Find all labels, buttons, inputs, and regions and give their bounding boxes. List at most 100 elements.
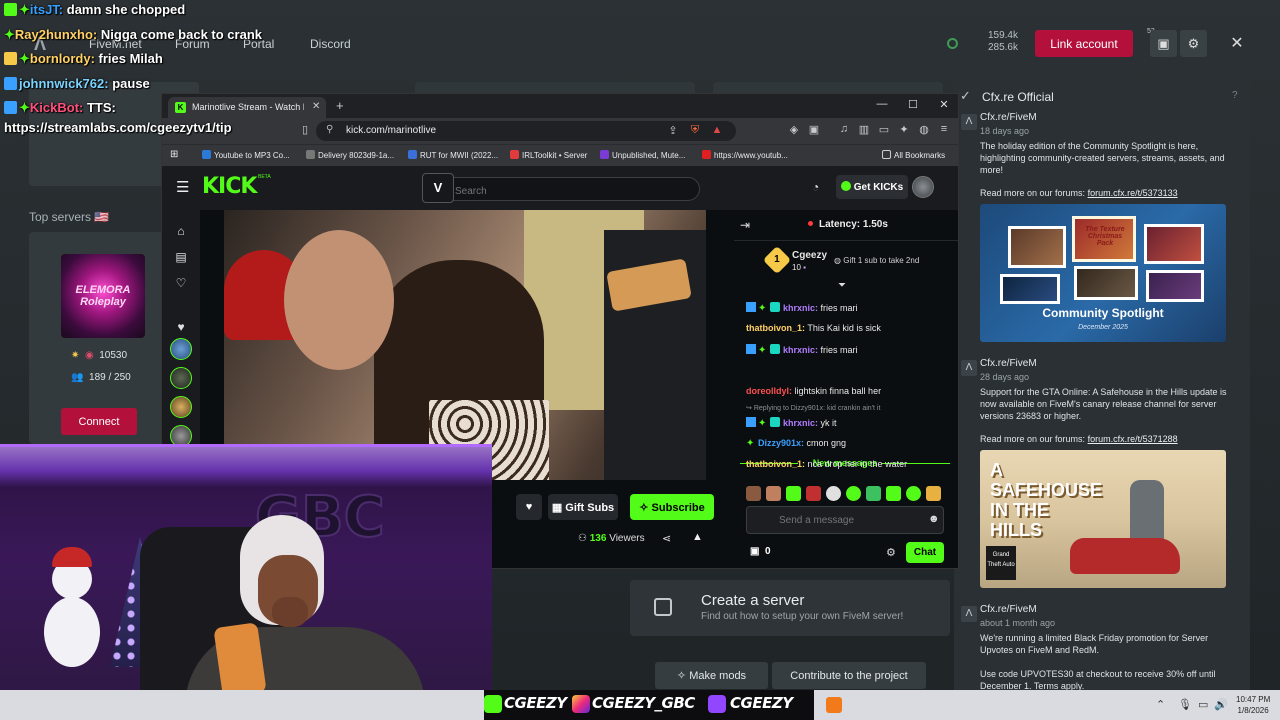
- emote-icon[interactable]: [806, 486, 821, 501]
- wallet-icon[interactable]: ▭: [877, 123, 891, 136]
- pinned-icon[interactable]: ⏷: [838, 280, 846, 291]
- help-icon[interactable]: ?: [1232, 90, 1238, 101]
- music-icon[interactable]: ♫: [837, 123, 851, 135]
- server-card[interactable]: ELEMORA Roleplay ✷ ◉ 10530 👥 189 / 250 C…: [29, 232, 179, 444]
- reply-context: ↪ Replying to Dizzy901x: kid crankin ain…: [746, 405, 881, 412]
- chat-message: ✦ Dizzy901x: cmon gng: [746, 438, 847, 449]
- forum-link[interactable]: forum.cfx.re/t/5371288: [1088, 434, 1178, 444]
- notification-bell-icon[interactable]: ◔: [812, 180, 819, 194]
- post-author: Cfx.re/FiveM: [980, 358, 1037, 369]
- emoji-picker-icon[interactable]: ☻: [928, 513, 940, 525]
- notifications-icon[interactable]: ▣: [1150, 30, 1177, 57]
- make-mods-button[interactable]: ✧ Make mods: [655, 662, 768, 689]
- community-spotlight-image[interactable]: The Texture Christmas Pack Community Spo…: [980, 204, 1226, 342]
- emote-icon[interactable]: [786, 486, 801, 501]
- tab-title: Marinotlive Stream - Watch Li: [192, 102, 304, 112]
- feed-title: Cfx.re Official: [982, 90, 1054, 104]
- chat-message: ✦ khrxnic: yk it: [746, 417, 837, 429]
- tray-expand-icon[interactable]: ⌃: [1156, 698, 1165, 711]
- hamburger-menu-icon[interactable]: ☰: [176, 178, 189, 196]
- emote-icon[interactable]: [846, 486, 861, 501]
- connect-button[interactable]: Connect: [61, 408, 137, 435]
- collapse-chat-icon[interactable]: ⇥: [740, 218, 750, 232]
- volume-icon[interactable]: 🔊: [1214, 698, 1228, 711]
- safehouse-image[interactable]: A SAFEHOUSE IN THE HILLS Grand Theft Aut…: [980, 450, 1226, 588]
- top-gifter-badge: 1: [762, 245, 792, 275]
- subscribe-button[interactable]: ✧ Subscribe: [630, 494, 714, 520]
- share-icon[interactable]: ⇪: [666, 124, 680, 137]
- gift-cta[interactable]: ◍ Gift 1 sub to take 2nd: [834, 256, 919, 265]
- get-kicks-button[interactable]: Get KICKs: [836, 175, 908, 199]
- new-tab-icon[interactable]: +: [336, 98, 344, 113]
- heart-icon[interactable]: ♥: [172, 320, 190, 334]
- microphone-icon[interactable]: 🎙: [1178, 698, 1192, 711]
- channel-avatar[interactable]: [170, 396, 192, 418]
- ai-icon[interactable]: ✦: [897, 123, 911, 136]
- site-info-icon[interactable]: ⚲: [326, 124, 333, 135]
- emote-icon[interactable]: [766, 486, 781, 501]
- bookmark-item[interactable]: IRLToolkit • Server: [510, 150, 587, 160]
- bookmark-item[interactable]: Delivery 8023d9-1a...: [306, 150, 394, 160]
- extension-icon[interactable]: ◈: [787, 123, 801, 136]
- window-close-icon[interactable]: ✕: [934, 98, 954, 111]
- emote-icon[interactable]: [906, 486, 921, 501]
- channel-points[interactable]: ▣ 0: [750, 546, 771, 557]
- post-time: 18 days ago: [980, 126, 1030, 136]
- forum-link[interactable]: forum.cfx.re/t/5373133: [1088, 188, 1178, 198]
- create-server-card[interactable]: Create a server Find out how to setup yo…: [630, 580, 950, 636]
- rewards-icon[interactable]: ▲: [710, 124, 724, 136]
- emote-icon[interactable]: [746, 486, 761, 501]
- apps-grid-icon[interactable]: ⊞: [170, 149, 178, 160]
- brave-shield-icon[interactable]: ⛨: [688, 124, 702, 137]
- sidebar-icon[interactable]: ▥: [857, 123, 871, 136]
- bookmark-item[interactable]: RUT for MWII (2022...: [408, 150, 498, 160]
- chat-message-input[interactable]: [746, 506, 944, 534]
- emote-icon[interactable]: [926, 486, 941, 501]
- system-clock[interactable]: 10:47 PM 1/8/2026: [1236, 694, 1270, 716]
- close-icon[interactable]: ✕: [1224, 30, 1250, 57]
- follow-heart-icon[interactable]: ♥: [516, 494, 542, 520]
- network-icon[interactable]: ▭: [1198, 698, 1208, 711]
- stream-video-player[interactable]: [224, 210, 706, 480]
- maximize-icon[interactable]: ☐: [903, 98, 923, 111]
- fivem-taskbar-icon[interactable]: [826, 697, 842, 713]
- bookmark-item[interactable]: https://www.youtub...: [702, 150, 788, 160]
- bookmark-page-icon[interactable]: ▯: [298, 123, 312, 136]
- bookmark-item[interactable]: Unpublished, Mute...: [600, 150, 685, 160]
- nav-discord[interactable]: Discord: [310, 37, 351, 51]
- link-account-button[interactable]: Link account: [1035, 30, 1133, 57]
- home-icon[interactable]: ⌂: [172, 224, 190, 238]
- menu-icon[interactable]: ≡: [937, 123, 951, 135]
- post-time: about 1 month ago: [980, 618, 1056, 628]
- chat-send-button[interactable]: Chat: [906, 542, 944, 563]
- chat-settings-icon[interactable]: ⚙: [886, 546, 896, 559]
- browse-icon[interactable]: ▤: [172, 250, 190, 264]
- top-gifter-name[interactable]: Cgeezy: [792, 250, 827, 261]
- browser-tab[interactable]: K Marinotlive Stream - Watch Li ✕: [168, 97, 326, 118]
- following-icon[interactable]: ♡: [172, 276, 190, 290]
- settings-gear-icon[interactable]: ⚙: [1180, 30, 1207, 57]
- vpn-icon[interactable]: ◍: [917, 123, 931, 136]
- url-field[interactable]: ⚲ kick.com/marinotlive ⇪ ⛨ ▲: [316, 121, 736, 141]
- emote-icon[interactable]: [826, 486, 841, 501]
- channel-avatar[interactable]: [170, 338, 192, 360]
- all-bookmarks[interactable]: All Bookmarks: [882, 150, 945, 160]
- emote-icon[interactable]: [866, 486, 881, 501]
- tab-close-icon[interactable]: ✕: [312, 101, 320, 112]
- chat-message: ✦ khrxnic: fries mari: [746, 344, 858, 356]
- minimize-icon[interactable]: —: [872, 98, 892, 110]
- contribute-button[interactable]: Contribute to the project: [772, 662, 926, 689]
- gift-subs-button[interactable]: ▦ Gift Subs: [548, 494, 618, 520]
- overlay-badge-icon: ✦: [4, 27, 15, 42]
- share-icon[interactable]: ⋖: [662, 532, 671, 545]
- user-avatar[interactable]: [912, 176, 934, 198]
- safehouse-title: A SAFEHOUSE IN THE HILLS: [990, 460, 1103, 540]
- kick-logo[interactable]: KICK: [202, 174, 257, 199]
- search-input[interactable]: [424, 177, 700, 201]
- channel-avatar[interactable]: [170, 367, 192, 389]
- report-warning-icon[interactable]: ▲: [692, 531, 703, 543]
- screenshot-icon[interactable]: ▣: [807, 123, 821, 136]
- overlay-badge-icon: ✦: [19, 2, 30, 17]
- emote-icon[interactable]: [886, 486, 901, 501]
- bookmark-item[interactable]: Youtube to MP3 Co...: [202, 150, 290, 160]
